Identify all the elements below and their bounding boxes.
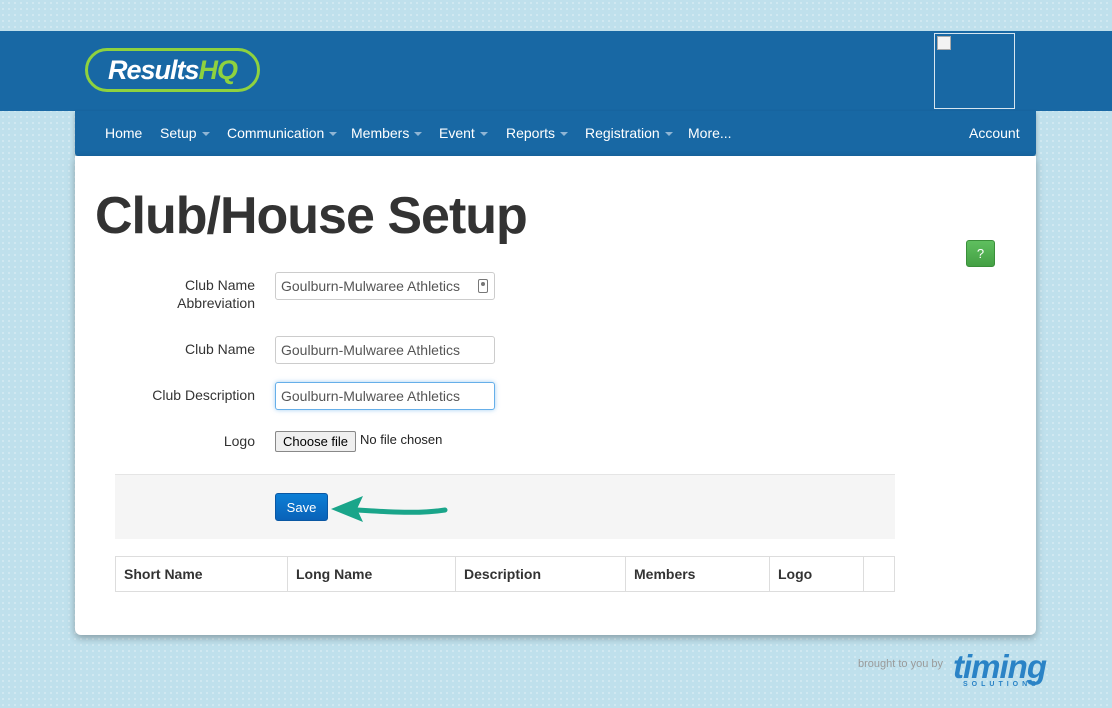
caret-down-icon xyxy=(329,132,338,137)
nav-event-label: Event xyxy=(439,125,475,141)
caret-down-icon xyxy=(201,132,210,137)
nav-communication-label: Communication xyxy=(227,125,325,141)
choose-file-button[interactable]: Choose file xyxy=(275,431,357,452)
club-description-input[interactable] xyxy=(275,382,495,410)
arrow-left-icon xyxy=(331,496,448,522)
nav-communication[interactable]: Communication xyxy=(227,111,338,156)
col-actions xyxy=(863,556,895,592)
nav-registration-label: Registration xyxy=(585,125,660,141)
abbrev-field-wrap xyxy=(275,272,495,300)
abbrev-label-line1: Club Name xyxy=(184,277,255,293)
nav-more-label: More... xyxy=(688,125,732,141)
timing-word: timing xyxy=(953,648,1047,685)
nav-setup[interactable]: Setup xyxy=(160,111,210,156)
page-title: Club/House Setup xyxy=(95,187,528,245)
col-members[interactable]: Members xyxy=(625,556,770,592)
club-table: Short Name Long Name Description Members… xyxy=(115,556,895,592)
resultshq-logo[interactable]: Results HQ xyxy=(85,48,260,92)
abbrev-label-line2: Abbreviation xyxy=(177,295,255,311)
broken-image-icon xyxy=(937,36,951,50)
nav-more[interactable]: More... xyxy=(688,111,732,156)
club-description-label: Club Description xyxy=(152,387,255,403)
nav-event[interactable]: Event xyxy=(439,111,488,156)
nav-home-label: Home xyxy=(105,125,143,141)
nav-reports[interactable]: Reports xyxy=(506,111,569,156)
club-name-input[interactable] xyxy=(275,336,495,364)
abbrev-label: Club Name Abbreviation xyxy=(75,276,255,312)
save-button[interactable]: Save xyxy=(275,493,328,521)
timing-solutions-logo[interactable]: timing SOLUTIONS xyxy=(953,648,1055,690)
nav-home[interactable]: Home xyxy=(105,111,142,156)
caret-down-icon xyxy=(664,132,673,137)
contact-card-icon[interactable] xyxy=(478,279,488,293)
nav-account[interactable]: Account xyxy=(969,111,1020,156)
nav-account-label: Account xyxy=(969,125,1020,141)
broken-image-placeholder xyxy=(934,33,1015,109)
timing-sub: SOLUTIONS xyxy=(963,681,1040,688)
nav-members-label: Members xyxy=(351,125,410,141)
form-actions: Save xyxy=(115,474,895,539)
nav-reports-label: Reports xyxy=(506,125,556,141)
table-header-row: Short Name Long Name Description Members… xyxy=(116,556,895,592)
nav-setup-label: Setup xyxy=(160,125,197,141)
file-status: No file chosen xyxy=(360,432,443,447)
nav-registration[interactable]: Registration xyxy=(585,111,673,156)
main-navbar: Home Setup Communication Members Event R… xyxy=(75,111,1036,156)
col-logo[interactable]: Logo xyxy=(769,556,864,592)
col-short-name[interactable]: Short Name xyxy=(116,557,288,592)
content-card: Club/House Setup ? Club Name Abbreviatio… xyxy=(75,156,1036,635)
caret-down-icon xyxy=(414,132,423,137)
logo-label: Logo xyxy=(223,433,255,449)
caret-down-icon xyxy=(479,132,488,137)
brought-by-text: brought to you by xyxy=(858,658,944,670)
nav-members[interactable]: Members xyxy=(351,111,423,156)
help-button[interactable]: ? xyxy=(966,240,995,267)
col-long-name[interactable]: Long Name xyxy=(287,556,456,592)
abbrev-input[interactable] xyxy=(275,272,495,300)
logo-text-results: Results xyxy=(107,54,200,85)
caret-down-icon xyxy=(560,132,569,137)
col-description[interactable]: Description xyxy=(455,556,626,592)
club-name-label: Club Name xyxy=(184,341,255,357)
logo-text-hq: HQ xyxy=(198,54,238,85)
